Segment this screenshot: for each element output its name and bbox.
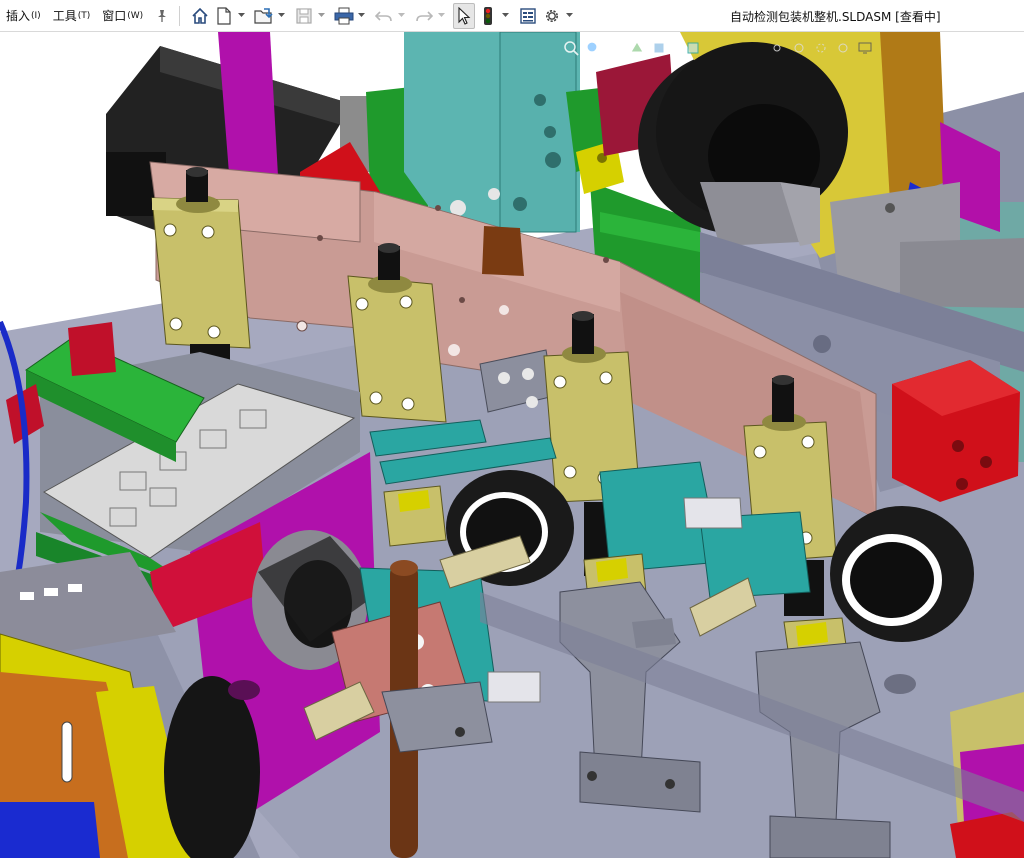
menu-tools[interactable]: 工具 (T) [47,0,97,32]
menu-window-label: 窗口 [102,9,127,23]
open-folder-icon[interactable] [253,3,275,29]
scene-icon[interactable] [811,38,831,58]
redo-icon[interactable] [413,3,435,29]
menu-tools-label: 工具 [52,9,77,23]
menu-insert-hotkey: (I) [31,10,41,21]
zoom-to-fit-icon[interactable] [561,38,581,58]
heads-up-view-toolbar [560,36,876,60]
view-settings-icon[interactable] [833,38,853,58]
previous-view-icon[interactable] [605,38,625,58]
appearance-icon[interactable] [789,38,809,58]
chevron-down-icon [237,13,245,17]
undo-icon[interactable] [373,3,395,29]
menu-toolbar: 插入 (I) 工具 (T) 窗口 (W) 自动检测包装机整机.SLDASM [查… [0,0,1024,32]
assembly-3d-model[interactable] [0,32,1024,858]
chevron-down-icon [397,13,405,17]
print-dropdown[interactable] [356,3,366,29]
options-dropdown[interactable] [564,3,574,29]
print-icon[interactable] [333,3,355,29]
new-document-icon[interactable] [213,3,235,29]
home-icon[interactable] [189,3,211,29]
menu-tools-hotkey: (T) [77,10,91,21]
chevron-down-icon [565,13,573,17]
chevron-down-icon [317,13,325,17]
chevron-down-icon [501,13,509,17]
chevron-down-icon [437,13,445,17]
traffic-light-icon[interactable] [477,3,499,29]
view-orientation-icon[interactable] [649,38,669,58]
toolbar-separator [179,5,181,26]
document-title: 自动检测包装机整机.SLDASM [查看中] [730,9,941,24]
undo-dropdown[interactable] [396,3,406,29]
options-gear-icon[interactable] [541,3,563,29]
display-style-icon[interactable] [683,38,703,58]
chevron-down-icon [357,13,365,17]
monitor-icon[interactable] [855,38,875,58]
select-arrow-icon[interactable] [453,2,476,29]
redo-dropdown[interactable] [436,3,446,29]
menu-insert-label: 插入 [6,9,31,23]
rebuild-dropdown[interactable] [500,3,510,29]
new-document-dropdown[interactable] [236,3,246,29]
hide-show-icon[interactable] [767,38,787,58]
chevron-down-icon [277,13,285,17]
save-icon[interactable] [293,3,315,29]
menu-window[interactable]: 窗口 (W) [96,0,149,32]
save-dropdown[interactable] [316,3,326,29]
menu-insert[interactable]: 插入 (I) [0,0,47,32]
open-dropdown[interactable] [276,3,286,29]
pin-icon[interactable] [151,0,173,32]
menu-window-hotkey: (W) [127,10,144,21]
file-properties-icon[interactable] [517,3,539,29]
zoom-area-icon[interactable] [583,38,603,58]
graphics-viewport[interactable] [0,32,1024,858]
section-view-icon[interactable] [627,38,647,58]
